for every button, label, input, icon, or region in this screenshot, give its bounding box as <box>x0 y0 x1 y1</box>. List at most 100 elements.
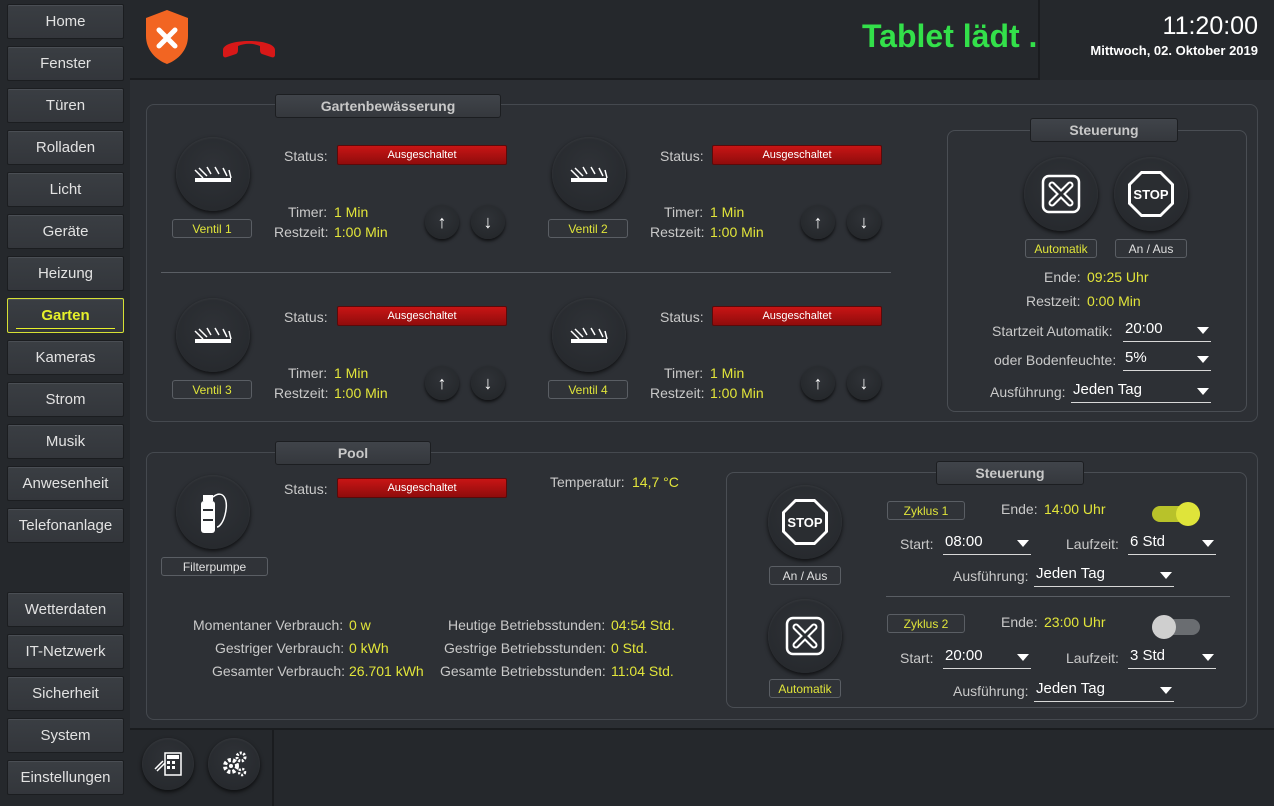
nav-fenster[interactable]: Fenster <box>7 46 124 81</box>
settings-button[interactable] <box>208 738 260 790</box>
garden-automatik-button[interactable] <box>1024 157 1098 231</box>
nav-wetterdaten[interactable]: Wetterdaten <box>7 592 124 627</box>
cycle-2-start-label: Start: <box>900 650 934 666</box>
cycle-2-toggle[interactable] <box>1152 615 1200 639</box>
calculator-button[interactable] <box>142 738 194 790</box>
chevron-down-icon <box>1160 687 1172 694</box>
valve-3-label: Ventil 3 <box>172 380 252 399</box>
gears-icon <box>223 751 247 777</box>
status-label: Status: <box>284 309 328 325</box>
nav-label: Anwesenheit <box>22 475 109 492</box>
nav-home[interactable]: Home <box>7 4 124 39</box>
nav-rolladen[interactable]: Rolladen <box>7 130 124 165</box>
sidebar: Home Fenster Türen Rolladen Licht Geräte… <box>0 0 130 806</box>
pool-stop-button[interactable]: STOP <box>768 485 842 559</box>
charging-status: Tablet lädt ... <box>862 18 1056 54</box>
alarm-shield-icon[interactable] <box>144 8 190 66</box>
sprinkler-icon <box>570 327 608 343</box>
valve-3-down-button[interactable]: ↓ <box>471 366 505 400</box>
nav-geraete[interactable]: Geräte <box>7 214 124 249</box>
valve-2-up-button[interactable]: ↑ <box>801 205 835 239</box>
nav-kameras[interactable]: Kameras <box>7 340 124 375</box>
cycle-1-toggle[interactable] <box>1152 502 1200 526</box>
valve-1-label: Ventil 1 <box>172 219 252 238</box>
garden-start-label: Startzeit Automatik: <box>992 323 1113 339</box>
chevron-down-icon <box>1202 654 1214 661</box>
pool-automatik-button[interactable] <box>768 599 842 673</box>
cycle-2-run-label: Laufzeit: <box>1066 650 1119 666</box>
garden-moisture-select[interactable]: 5% <box>1123 349 1211 371</box>
valve-2-down-button[interactable]: ↓ <box>847 205 881 239</box>
valve-1-up-button[interactable]: ↑ <box>425 205 459 239</box>
valve-4-down-button[interactable]: ↓ <box>847 366 881 400</box>
garden-title-text: Gartenbewässerung <box>320 98 456 114</box>
cycle-2-start-select[interactable]: 20:00 <box>943 647 1031 669</box>
nav-sicherheit[interactable]: Sicherheit <box>7 676 124 711</box>
garden-exec-select[interactable]: Jeden Tag <box>1071 381 1211 403</box>
valve-3-status: Ausgeschaltet <box>337 306 507 326</box>
chevron-down-icon <box>1202 540 1214 547</box>
nav-einstellungen[interactable]: Einstellungen <box>7 760 124 795</box>
nav-licht[interactable]: Licht <box>7 172 124 207</box>
valve-2-button[interactable] <box>552 137 626 211</box>
nav-heizung[interactable]: Heizung <box>7 256 124 291</box>
nav-system[interactable]: System <box>7 718 124 753</box>
nav-it-netzwerk[interactable]: IT-Netzwerk <box>7 634 124 669</box>
garden-start-select[interactable]: 20:00 <box>1123 320 1211 342</box>
clock-box: 11:20:00 Mittwoch, 02. Oktober 2019 <box>1038 0 1274 80</box>
nav-musik[interactable]: Musik <box>7 424 124 459</box>
status-label: Status: <box>660 148 704 164</box>
garden-stop-button[interactable]: STOP <box>1114 157 1188 231</box>
garden-title: Gartenbewässerung <box>275 94 501 118</box>
sprinkler-icon <box>194 166 232 182</box>
nav-label: Strom <box>45 391 86 408</box>
garden-exec-label: Ausführung: <box>990 384 1066 400</box>
valve-4-timer: 1 Min <box>710 365 745 381</box>
nav-telefonanlage[interactable]: Telefonanlage <box>7 508 124 543</box>
valve-1-rest: 1:00 Min <box>334 224 388 240</box>
stat-value: 0 kWh <box>349 640 389 656</box>
stop-sign-text: STOP <box>1133 187 1168 202</box>
cycle-1-start-select[interactable]: 08:00 <box>943 533 1031 555</box>
status-label: Status: <box>660 309 704 325</box>
stat-label: Heutige Betriebsstunden: <box>448 617 606 633</box>
cycle-2-exec-select[interactable]: Jeden Tag <box>1034 680 1174 702</box>
nav-strom[interactable]: Strom <box>7 382 124 417</box>
phone-hangup-icon[interactable] <box>220 30 278 60</box>
stat-label: Momentaner Verbrauch: <box>193 617 344 633</box>
nav-label: Fenster <box>40 55 91 72</box>
cycle-1-run-select[interactable]: 6 Std <box>1128 533 1216 555</box>
cycle-1-exec-select[interactable]: Jeden Tag <box>1034 565 1174 587</box>
valve-4-button[interactable] <box>552 298 626 372</box>
bottom-bar <box>130 728 1274 806</box>
pool-status-label: Status: <box>284 481 328 497</box>
valve-divider <box>161 272 891 273</box>
nav-label: System <box>40 727 91 744</box>
select-value: Jeden Tag <box>1073 381 1142 398</box>
filter-pump-button[interactable] <box>176 475 250 549</box>
valve-1-timer: 1 Min <box>334 204 369 220</box>
valve-3-button[interactable] <box>176 298 250 372</box>
valve-4-up-button[interactable]: ↑ <box>801 366 835 400</box>
pool-onoff-label: An / Aus <box>769 566 841 585</box>
rest-label: Restzeit: <box>274 385 329 401</box>
nav-label: Musik <box>45 433 86 450</box>
cycle-1-tag: Zyklus 1 <box>887 501 965 520</box>
nav-label: IT-Netzwerk <box>25 643 106 660</box>
valve-3-up-button[interactable]: ↑ <box>425 366 459 400</box>
stat-label: Gesamter Verbrauch: <box>212 663 346 679</box>
pool-title: Pool <box>275 441 431 465</box>
toggle-knob <box>1176 502 1200 526</box>
nav-anwesenheit[interactable]: Anwesenheit <box>7 466 124 501</box>
cycle-1-exec-label: Ausführung: <box>953 568 1029 584</box>
valve-1-button[interactable] <box>176 137 250 211</box>
valve-4-rest: 1:00 Min <box>710 385 764 401</box>
cycle-2-exec-label: Ausführung: <box>953 683 1029 699</box>
rest-label: Restzeit: <box>650 385 705 401</box>
cycle-2-tag: Zyklus 2 <box>887 614 965 633</box>
nav-tueren[interactable]: Türen <box>7 88 124 123</box>
valve-1-down-button[interactable]: ↓ <box>471 205 505 239</box>
nav-garten[interactable]: Garten <box>7 298 124 333</box>
nav-label: Telefonanlage <box>18 517 113 534</box>
cycle-2-run-select[interactable]: 3 Std <box>1128 647 1216 669</box>
